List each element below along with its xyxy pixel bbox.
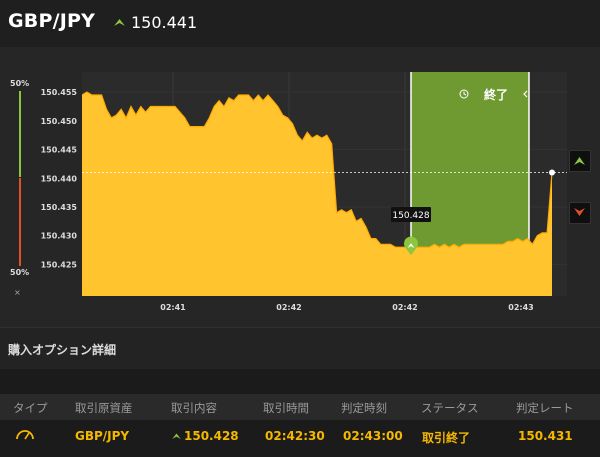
cell-judge-time: 02:43:00 <box>343 429 403 443</box>
y-tick-label: 150.440 <box>41 174 78 183</box>
details-table: タイプ 取引原資産 取引内容 取引時間 判定時刻 ステータス 判定レート GBP… <box>0 369 600 457</box>
col-trade-time: 取引時間 <box>263 401 309 415</box>
meter-down-bar <box>19 178 21 266</box>
y-tick-label: 150.425 <box>41 260 78 269</box>
col-rate: 判定レート <box>516 401 574 415</box>
col-asset: 取引原資産 <box>75 401 133 415</box>
gauge-icon <box>16 430 34 440</box>
meter-up-bar <box>19 91 21 177</box>
y-tick-label: 150.435 <box>41 203 78 212</box>
col-status: ステータス <box>421 401 479 415</box>
details-title: 購入オプション詳細 <box>8 343 117 357</box>
details-section-header[interactable]: 購入オプション詳細 <box>0 327 600 370</box>
y-tick-label: 150.430 <box>41 232 78 241</box>
arrow-up-icon <box>172 433 181 439</box>
buy-up-button[interactable] <box>569 150 591 172</box>
buy-down-button[interactable] <box>569 202 591 224</box>
chevron-down-icon <box>574 208 585 216</box>
table-header-row: タイプ 取引原資産 取引内容 取引時間 判定時刻 ステータス 判定レート <box>0 394 600 420</box>
current-price-dot <box>549 169 555 176</box>
y-axis-ticks: 150.455 150.450 150.445 150.440 150.435 150.4… <box>41 88 78 269</box>
entry-tooltip-label: 150.428 <box>392 211 429 221</box>
cell-status: 取引終了 <box>422 431 471 445</box>
price-chart: 終了 150.428 150.455150.450150.445150.4401… <box>19 72 567 312</box>
x-tick-label: 02:42 <box>276 303 301 312</box>
cell-trade-time: 02:42:30 <box>265 429 325 443</box>
y-tick-label: 150.450 <box>41 117 78 126</box>
cell-asset: GBP/JPY <box>75 429 130 443</box>
col-judge-time: 判定時刻 <box>341 401 387 415</box>
x-tick-label: 02:41 <box>160 303 186 312</box>
col-type: タイプ <box>13 401 48 415</box>
x-tick-label: 02:42 <box>392 303 417 312</box>
y-tick-label: 150.445 <box>41 146 78 155</box>
x-axis-ticks: 02:41 02:42 02:42 02:43 <box>160 303 533 312</box>
cell-content: 150.428 <box>184 429 239 443</box>
cell-rate: 150.431 <box>518 429 573 443</box>
col-content: 取引内容 <box>171 401 217 415</box>
x-tick-label: 02:43 <box>508 303 533 312</box>
chevron-up-icon <box>574 157 585 165</box>
expiry-label: 終了 <box>484 87 508 102</box>
y-tick-label: 150.455 <box>41 88 78 97</box>
